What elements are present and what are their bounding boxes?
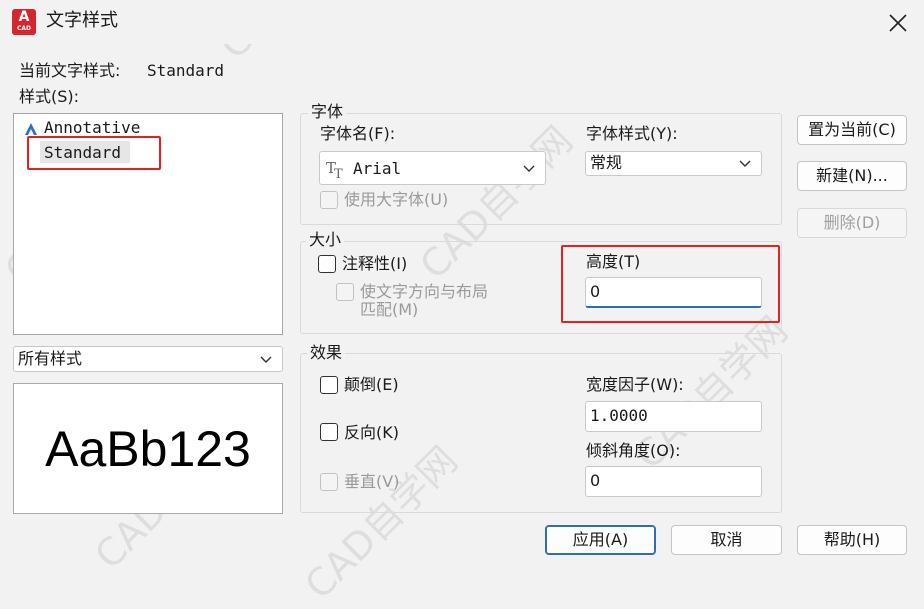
delete-style-button[interactable]: 删除(D) xyxy=(797,208,907,238)
help-button[interactable]: 帮助(H) xyxy=(797,525,907,555)
preview-text: AaBb123 xyxy=(45,421,251,477)
backwards-label: 反向(K) xyxy=(344,423,399,442)
size-group-label: 大小 xyxy=(306,231,345,249)
font-name-label: 字体名(F): xyxy=(320,124,396,143)
close-icon xyxy=(889,14,907,32)
font-group-label: 字体 xyxy=(308,103,347,121)
window-title: 文字样式 xyxy=(46,10,118,31)
style-preview: AaBb123 xyxy=(13,383,283,514)
style-filter-dropdown[interactable]: 所有样式 xyxy=(13,346,283,372)
annotative-icon xyxy=(25,123,37,135)
match-orientation-label-line2: 匹配(M) xyxy=(360,300,419,319)
upside-down-label: 颠倒(E) xyxy=(344,375,399,394)
highlight-box-height xyxy=(561,245,780,323)
current-style-value: Standard xyxy=(147,61,225,80)
truetype-font-icon: T T xyxy=(326,159,343,179)
match-orientation-checkbox[interactable] xyxy=(336,283,354,301)
annotative-label: 注释性(I) xyxy=(342,254,408,273)
chevron-down-icon xyxy=(260,356,272,363)
effects-group-label: 效果 xyxy=(307,344,346,362)
chevron-down-icon xyxy=(739,160,751,167)
new-style-button[interactable]: 新建(N)... xyxy=(797,161,907,191)
highlight-box-standard xyxy=(27,136,161,170)
style-item-annotative[interactable]: Annotative xyxy=(44,118,140,138)
width-factor-input[interactable]: 1.0000 xyxy=(585,401,762,432)
font-style-value: 常规 xyxy=(590,153,623,172)
upside-down-checkbox[interactable] xyxy=(320,376,338,394)
title-bar xyxy=(0,0,924,44)
font-style-label: 字体样式(Y): xyxy=(586,124,678,143)
set-current-button[interactable]: 置为当前(C) xyxy=(797,115,907,145)
use-bigfont-checkbox[interactable] xyxy=(320,191,338,209)
oblique-angle-value: 0 xyxy=(590,471,601,490)
backwards-checkbox[interactable] xyxy=(320,423,338,441)
match-orientation-label-line1: 使文字方向与布局 xyxy=(360,282,489,301)
use-bigfont-label: 使用大字体(U) xyxy=(344,190,449,209)
autocad-app-icon: A CAD xyxy=(12,9,36,35)
font-name-value: Arial xyxy=(353,159,402,178)
vertical-label: 垂直(V) xyxy=(344,472,400,491)
styles-label: 样式(S): xyxy=(19,87,80,106)
style-filter-value: 所有样式 xyxy=(18,349,83,368)
apply-button[interactable]: 应用(A) xyxy=(545,525,656,555)
current-style-label: 当前文字样式: xyxy=(19,61,121,80)
width-factor-value: 1.0000 xyxy=(590,406,648,425)
oblique-angle-input[interactable]: 0 xyxy=(585,466,762,497)
font-name-dropdown[interactable]: T T Arial xyxy=(319,151,546,185)
chevron-down-icon xyxy=(523,165,535,172)
cancel-button[interactable]: 取消 xyxy=(671,525,782,555)
svg-text:T: T xyxy=(334,167,343,179)
font-style-dropdown[interactable]: 常规 xyxy=(585,151,762,176)
width-factor-label: 宽度因子(W): xyxy=(586,375,684,394)
oblique-angle-label: 倾斜角度(O): xyxy=(586,441,681,460)
close-button[interactable] xyxy=(884,9,912,37)
vertical-checkbox[interactable] xyxy=(320,473,338,491)
annotative-checkbox[interactable] xyxy=(318,255,336,273)
